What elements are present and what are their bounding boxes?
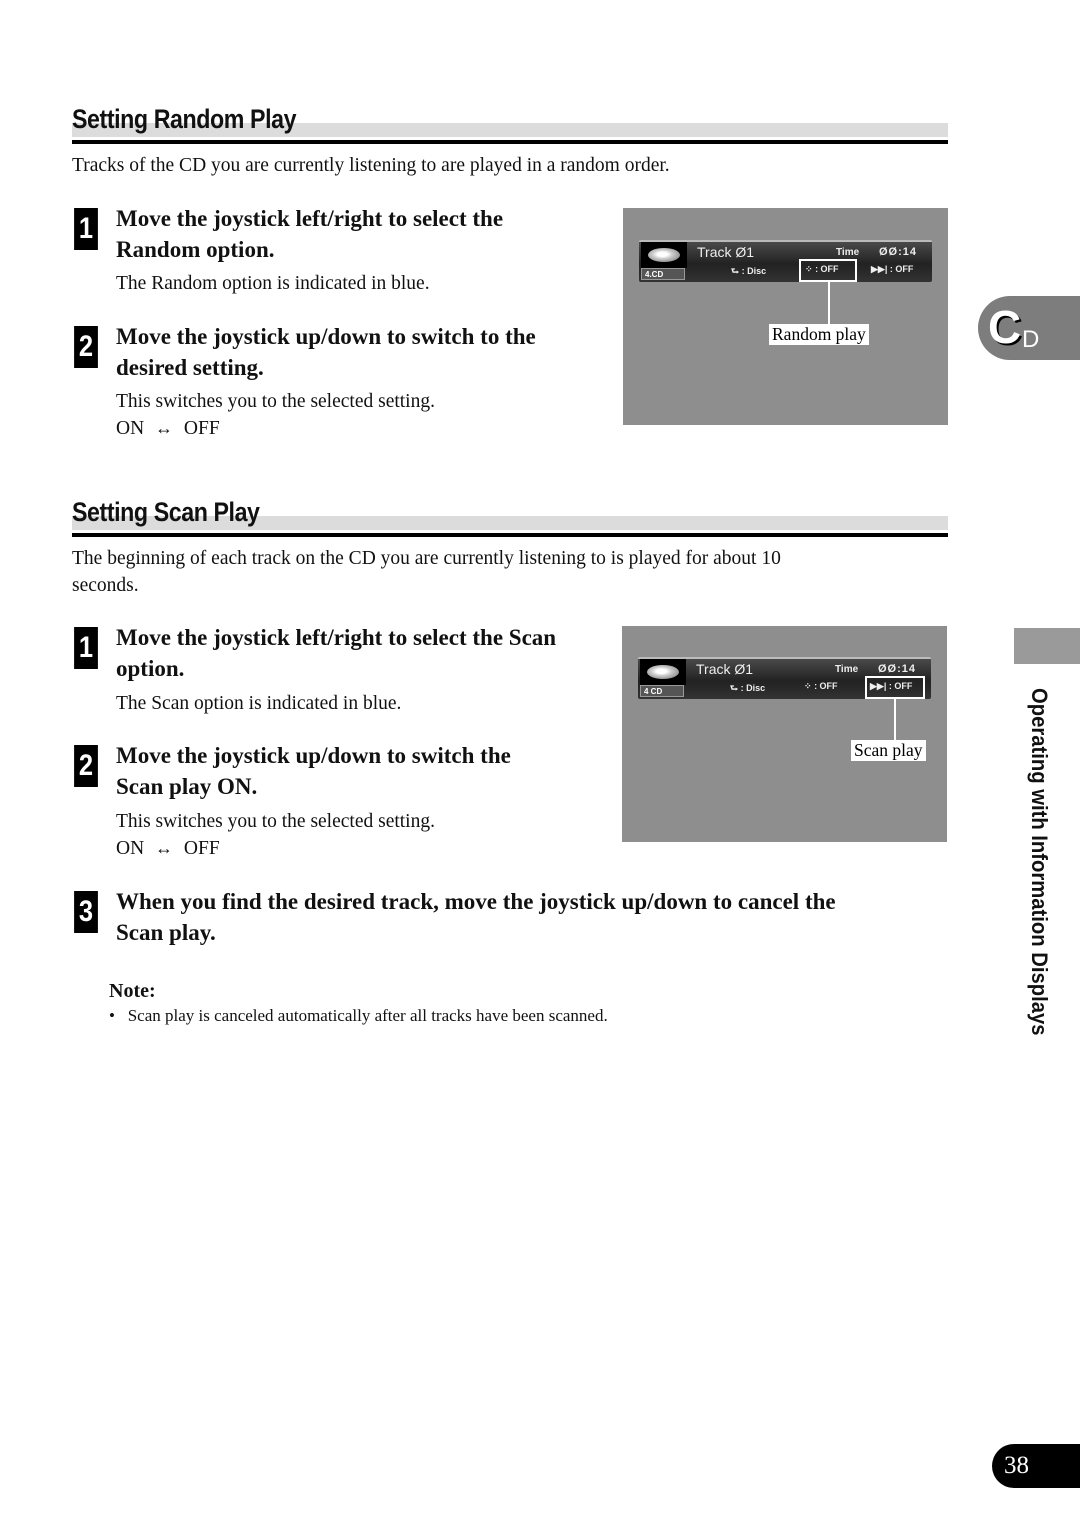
status-bar: 4.CD Track Ø1 Time ØØ:14 ⮑ : Disc ⁘ : OF… — [639, 240, 932, 282]
note-label: Note: — [109, 980, 156, 1002]
page-number: 38 — [992, 1444, 1080, 1488]
step-number-1: 1 — [74, 627, 98, 669]
note-text: Scan play is canceled automatically afte… — [127, 1006, 608, 1025]
repeat-value: : Disc — [741, 266, 767, 276]
heading-line: When you find the desired track, move th… — [116, 889, 836, 914]
time-label: Time — [835, 664, 859, 675]
cd-chapter-tab: C D — [978, 296, 1080, 360]
cd-source-label: 4 CD — [640, 685, 684, 697]
double-arrow-icon: ↔ — [155, 838, 174, 858]
scan-intro: The beginning of each track on the CD yo… — [72, 545, 781, 599]
scan-step-2-heading: Move the joystick up/down to switch the … — [116, 740, 511, 802]
scan-value: : OFF — [889, 264, 914, 274]
scan-step-2-sub: This switches you to the selected settin… — [116, 811, 435, 832]
random-section-title: Setting Random Play — [72, 104, 297, 134]
heading-line: desired setting. — [116, 355, 264, 380]
random-intro: Tracks of the CD you are currently liste… — [72, 155, 670, 176]
toggle-on-label: ON — [116, 418, 145, 439]
chapter-marker-tab — [1014, 628, 1080, 664]
scan-toggle-line: ON ↔ OFF — [116, 835, 220, 862]
step-number-1: 1 — [74, 208, 98, 250]
intro-line: seconds. — [72, 575, 139, 596]
random-toggle-line: ON ↔ OFF — [116, 415, 220, 442]
intro-line: The beginning of each track on the CD yo… — [72, 548, 781, 569]
time-value: ØØ:14 — [879, 246, 918, 258]
repeat-icon: ⮑ — [730, 683, 739, 693]
section-title-rule — [72, 533, 948, 537]
track-label: Track Ø1 — [697, 244, 755, 260]
scan-highlight-box — [865, 676, 925, 699]
step-number-2: 2 — [74, 326, 98, 368]
time-value: ØØ:14 — [878, 663, 917, 675]
heading-line: Random option. — [116, 237, 275, 262]
random-step-2-heading: Move the joystick up/down to switch to t… — [116, 321, 536, 383]
time-label: Time — [836, 247, 860, 258]
scan-step-1-sub: The Scan option is indicated in blue. — [116, 693, 402, 714]
repeat-value: : Disc — [740, 683, 766, 693]
random-step-1-heading: Move the joystick left/right to select t… — [116, 203, 503, 265]
heading-line: Scan play. — [116, 920, 216, 945]
chapter-title-vertical: Operating with Information Displays — [1027, 688, 1052, 1036]
repeat-indicator: ⮑ : Disc — [730, 681, 765, 697]
scan-play-callout: Scan play — [851, 740, 926, 761]
heading-line: Scan play ON. — [116, 774, 258, 799]
step-number-2: 2 — [74, 745, 98, 787]
callout-connector — [828, 280, 830, 324]
random-screen-illustration: 4.CD Track Ø1 Time ØØ:14 ⮑ : Disc ⁘ : OF… — [623, 208, 948, 425]
toggle-off-label: OFF — [183, 418, 220, 439]
scan-screen-illustration: 4 CD Track Ø1 Time ØØ:14 ⮑ : Disc ⁘ : OF… — [622, 626, 947, 842]
scan-indicator: ▶▶| : OFF — [871, 264, 913, 275]
note-item: • Scan play is canceled automatically af… — [109, 1006, 608, 1026]
heading-line: Move the joystick left/right to select t… — [116, 625, 557, 650]
toggle-off-label: OFF — [183, 838, 220, 859]
scan-section-title: Setting Scan Play — [72, 497, 260, 527]
heading-line: Move the joystick left/right to select t… — [116, 206, 504, 231]
random-step-1-sub: The Random option is indicated in blue. — [116, 273, 430, 294]
heading-line: Move the joystick up/down to switch to t… — [116, 324, 536, 349]
step-number-3: 3 — [74, 891, 98, 933]
random-highlight-box — [799, 259, 857, 282]
heading-line: option. — [116, 656, 185, 681]
random-step-2-sub: This switches you to the selected settin… — [116, 391, 435, 412]
double-arrow-icon: ↔ — [155, 418, 174, 438]
scan-step-3-heading: When you find the desired track, move th… — [116, 886, 836, 948]
cd-disc-icon — [640, 659, 686, 685]
scan-icon: ▶▶| — [871, 264, 888, 274]
cd-disc-icon — [641, 242, 687, 268]
cd-source-label: 4.CD — [641, 268, 685, 280]
toggle-on-label: ON — [116, 838, 145, 859]
cd-tab-letter-d: D — [1022, 326, 1040, 353]
cd-tab-letter-c: C — [988, 301, 1022, 353]
section-title-rule — [72, 140, 948, 144]
callout-connector — [894, 697, 896, 740]
random-icon: ⁘ — [804, 681, 812, 691]
heading-line: Move the joystick up/down to switch the — [116, 743, 511, 768]
track-label: Track Ø1 — [696, 661, 754, 677]
bullet: • — [109, 1006, 115, 1025]
random-value: : OFF — [814, 681, 838, 691]
repeat-icon: ⮑ — [731, 266, 740, 276]
random-play-callout: Random play — [769, 324, 869, 345]
random-indicator: ⁘ : OFF — [804, 681, 838, 692]
scan-step-1-heading: Move the joystick left/right to select t… — [116, 622, 556, 684]
repeat-indicator: ⮑ : Disc — [731, 264, 766, 280]
